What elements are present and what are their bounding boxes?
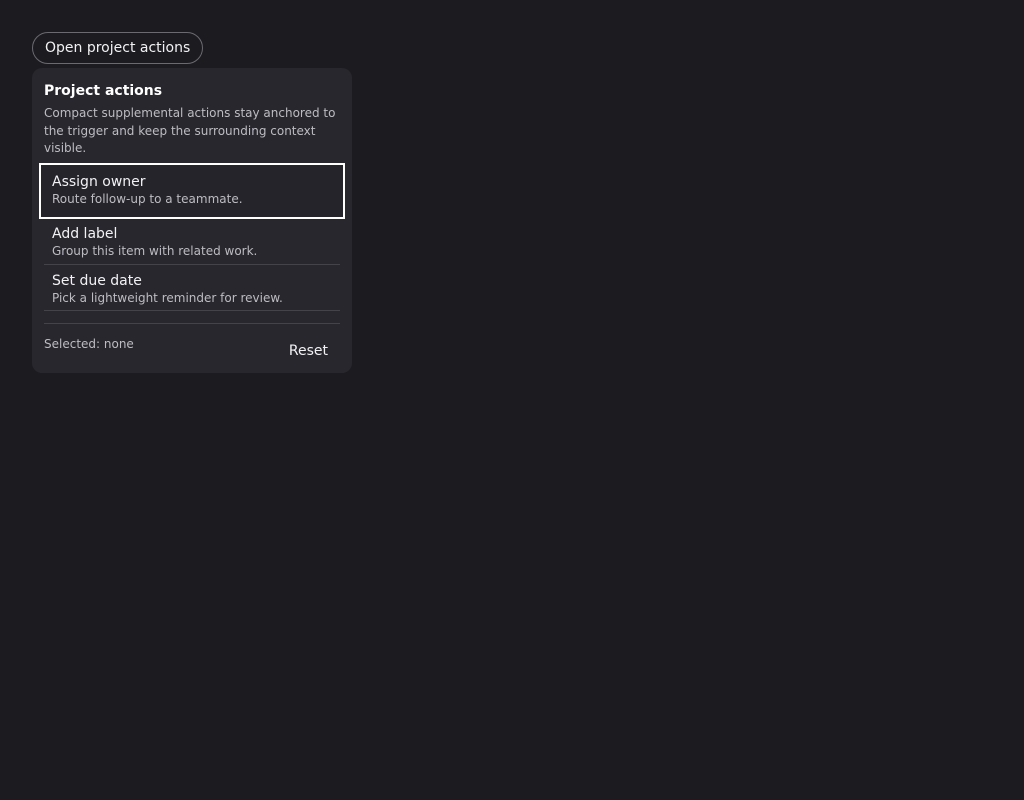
- popover-description: Compact supplemental actions stay anchor…: [44, 106, 336, 155]
- project-actions-popover: Project actions Compact supplemental act…: [32, 68, 352, 373]
- popover-footer: Selected: none Reset: [44, 324, 340, 364]
- reset-button[interactable]: Reset: [277, 338, 340, 364]
- menu-item-add-label[interactable]: Add label Group this item with related w…: [44, 219, 340, 265]
- menu-item-set-due-date[interactable]: Set due date Pick a lightweight reminder…: [44, 265, 340, 311]
- menu-item-label: Assign owner: [52, 173, 146, 190]
- open-project-actions-button[interactable]: Open project actions: [32, 32, 204, 64]
- menu-item-label: Add label: [52, 225, 118, 242]
- menu-item-description: Group this item with related work.: [52, 243, 258, 258]
- menu-item-assign-owner[interactable]: Assign owner Route follow-up to a teamma…: [39, 162, 345, 219]
- menu-item-description: Pick a lightweight reminder for review.: [52, 290, 283, 305]
- popover-title: Project actions: [44, 83, 163, 99]
- menu-item-description: Route follow-up to a teammate.: [52, 191, 243, 206]
- selection-status: Selected: none: [44, 336, 134, 351]
- menu-item-label: Set due date: [52, 272, 142, 289]
- action-menu: Assign owner Route follow-up to a teamma…: [39, 162, 345, 311]
